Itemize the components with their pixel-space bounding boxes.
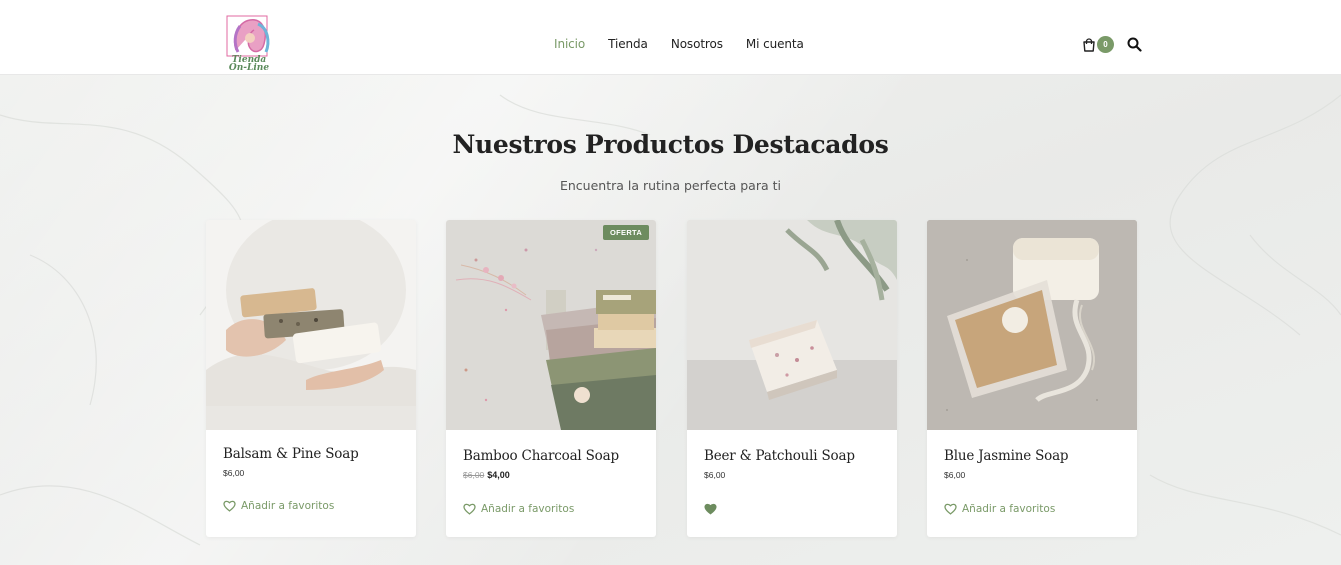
price-current: $6,00 [704,470,726,480]
nav-link-tienda[interactable]: Tienda [608,37,648,51]
store-logo[interactable]: Tienda On-Line [224,14,274,73]
heart-outline-icon [463,503,476,515]
add-to-favorites-button[interactable]: Añadir a favoritos [463,503,574,515]
product-price: $6,00 [223,468,244,478]
heart-filled-icon [704,503,717,515]
product-price: $6,00 [704,470,725,480]
add-to-favorites-button[interactable]: Añadir a favoritos [223,500,334,512]
product-image[interactable] [206,220,416,430]
product-card[interactable]: Blue Jasmine Soap $6,00 Añadir a favorit… [927,220,1137,537]
main-nav: Inicio Tienda Nosotros Mi cuenta [554,37,827,51]
heart-outline-icon [223,500,236,512]
section-subtitle: Encuentra la rutina perfecta para ti [559,178,781,193]
search-icon [1127,37,1142,52]
search-button[interactable] [1127,37,1142,52]
product-image[interactable]: OFERTA [446,220,656,430]
product-card[interactable]: OFERTA Bamboo Charcoal Soap $6,00 $4,00 A… [446,220,656,537]
remove-from-favorites-button[interactable] [704,503,722,515]
product-name[interactable]: Balsam & Pine Soap [223,446,359,462]
product-price: $6,00 $4,00 [463,470,510,480]
add-to-favorites-button[interactable]: Añadir a favoritos [944,503,1055,515]
nav-link-inicio[interactable]: Inicio [554,37,585,51]
shopping-bag-icon [1083,38,1095,52]
product-card[interactable]: Balsam & Pine Soap $6,00 Añadir a favori… [206,220,416,537]
svg-text:On-Line: On-Line [229,63,269,72]
price-current: $4,00 [487,470,510,480]
sale-badge: OFERTA [603,225,650,240]
product-name[interactable]: Blue Jasmine Soap [944,448,1069,464]
nav-link-nosotros[interactable]: Nosotros [671,37,723,51]
cart-button[interactable]: 0 [1082,36,1116,54]
nav-link-mi-cuenta[interactable]: Mi cuenta [746,37,804,51]
price-current: $6,00 [223,468,245,478]
favorites-label: Añadir a favoritos [962,503,1056,515]
site-header: Tienda On-Line Inicio Tienda Nosotros Mi… [0,0,1341,75]
price-current: $6,00 [944,470,966,480]
product-name[interactable]: Beer & Patchouli Soap [704,448,855,464]
favorites-label: Añadir a favoritos [481,503,575,515]
price-original: $6,00 [463,470,485,480]
heart-outline-icon [944,503,957,515]
product-card[interactable]: Beer & Patchouli Soap $6,00 [687,220,897,537]
product-name[interactable]: Bamboo Charcoal Soap [463,448,619,464]
favorites-label: Añadir a favoritos [241,500,335,512]
product-image[interactable] [687,220,897,430]
cart-count-badge: 0 [1097,36,1114,53]
section-title: Nuestros Productos Destacados [452,130,889,159]
product-price: $6,00 [944,470,965,480]
product-image[interactable] [927,220,1137,430]
